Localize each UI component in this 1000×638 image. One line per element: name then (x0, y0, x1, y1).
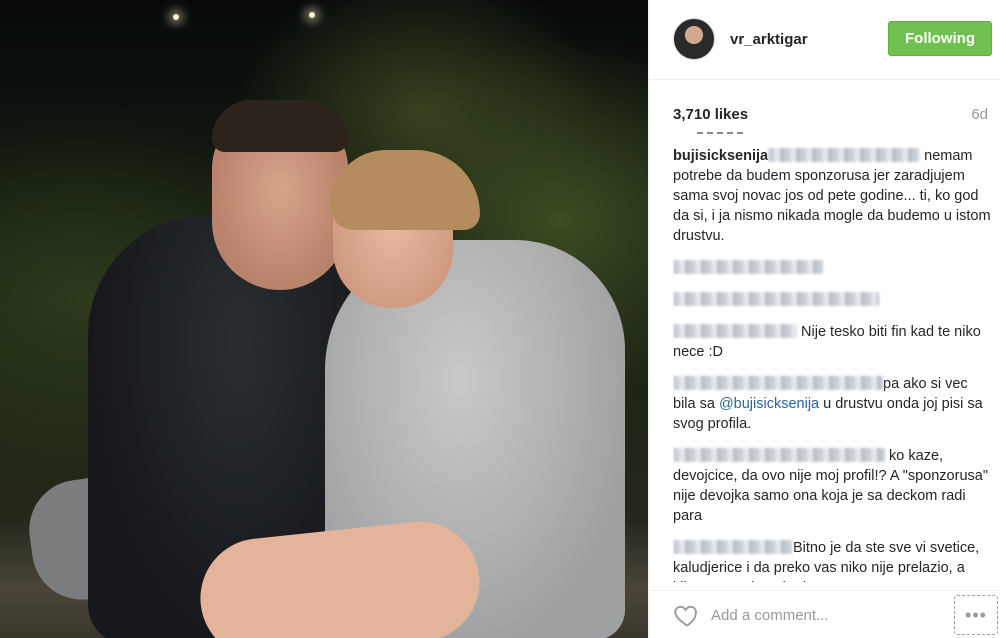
more-options-icon[interactable]: ••• (954, 595, 998, 635)
night-light (173, 14, 179, 20)
comment-item: ko kaze, devojcice, da ovo nije moj prof… (673, 446, 991, 526)
username-link[interactable]: vr_arktigar (730, 31, 808, 48)
heart-icon[interactable] (673, 601, 701, 629)
man-hair (212, 100, 348, 152)
comment-item (673, 258, 991, 278)
comment-bar: ••• (649, 590, 1000, 638)
comments-list[interactable]: bujisicksenija nemam potrebe da budem sp… (673, 132, 991, 582)
post-header: vr_arktigar Following (649, 0, 1000, 80)
woman-hair (330, 150, 480, 230)
redacted-username (673, 324, 797, 338)
following-button[interactable]: Following (888, 21, 992, 56)
comment-item (673, 290, 991, 310)
redacted-comment (673, 292, 879, 306)
comment-item: Nije tesko biti fin kad te niko nece :D (673, 322, 991, 362)
redacted-username (673, 448, 885, 462)
night-light (309, 12, 315, 18)
comment-item: pa ako si vec bila sa @bujisicksenija u … (673, 374, 991, 434)
redacted-comment (673, 260, 823, 274)
comment-item: bujisicksenija nemam potrebe da budem sp… (673, 146, 991, 246)
redacted-username (673, 540, 793, 554)
comment-username[interactable]: bujisicksenija (673, 148, 768, 164)
likes-count[interactable]: 3,710 likes (673, 106, 748, 123)
load-more-indicator (697, 132, 743, 142)
post-sidebar: vr_arktigar Following 3,710 likes 6d buj… (648, 0, 1000, 638)
post-age: 6d (971, 106, 988, 123)
comment-item: Bitno je da ste sve vi svetice, kaludjer… (673, 538, 991, 582)
mention-link[interactable]: @bujisicksenija (719, 396, 819, 412)
post-photo[interactable] (0, 0, 648, 638)
redacted-text (768, 148, 921, 162)
avatar[interactable] (673, 18, 715, 60)
redacted-username (673, 376, 883, 390)
add-comment-input[interactable] (711, 603, 931, 627)
